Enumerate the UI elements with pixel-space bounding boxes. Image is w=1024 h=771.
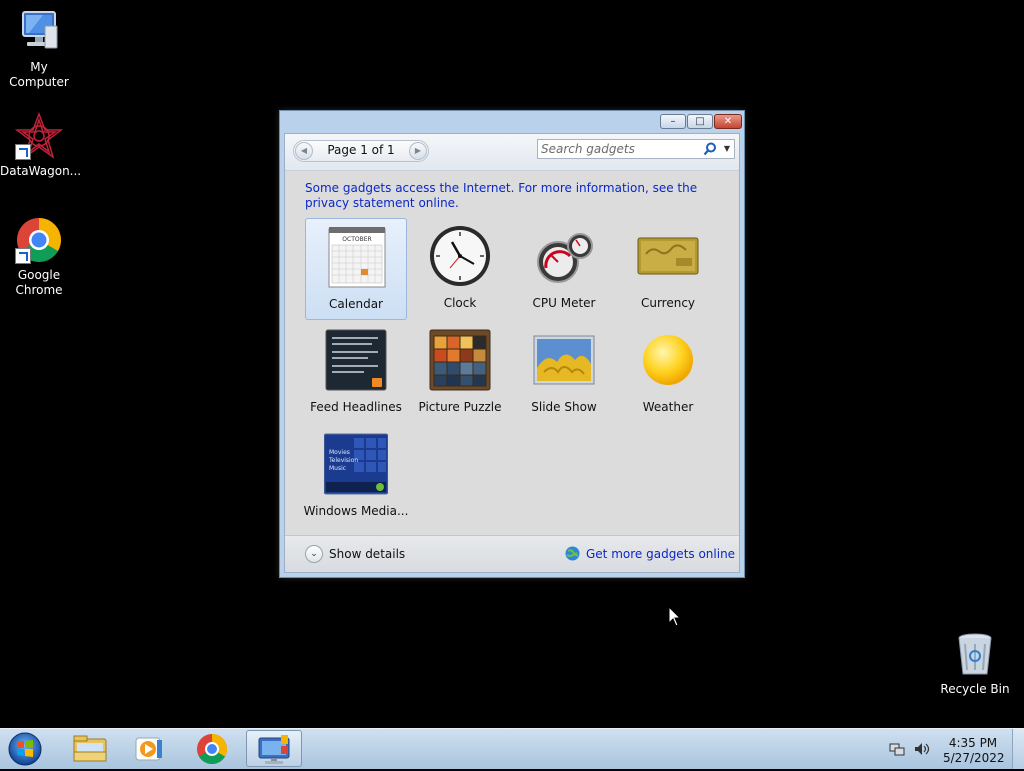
search-dropdown-icon[interactable]: ▼ (720, 141, 734, 157)
calendar-icon: OCTOBER (325, 225, 389, 289)
close-icon: ✕ (723, 116, 733, 127)
desktop-icon-google-chrome[interactable]: Google Chrome (0, 216, 78, 298)
gallery-toolbar: ◀ Page 1 of 1 ▶ ▼ (285, 134, 739, 171)
start-button[interactable] (6, 731, 44, 767)
folder-icon (73, 735, 107, 762)
clock-time: 4:35 PM (948, 736, 998, 750)
gadget-tile-calendar[interactable]: OCTOBER Calendar (305, 218, 407, 320)
maximize-button[interactable]: □ (687, 114, 713, 129)
chevron-down-icon: ⌄ (305, 545, 323, 563)
window-caption: – □ ✕ (280, 111, 744, 133)
taskbar-chrome[interactable] (184, 730, 240, 767)
globe-icon (565, 546, 580, 561)
search-box: ▼ (537, 139, 735, 159)
gadget-label: Windows Media... (303, 504, 409, 518)
notification-area: 4:35 PM 5/27/2022 (885, 733, 1015, 765)
desktop-icon-label: DataWagon... (0, 164, 82, 178)
search-icon[interactable] (703, 142, 717, 156)
search-input[interactable] (541, 141, 691, 157)
picture-puzzle-icon (428, 328, 492, 392)
datawagon-icon (14, 111, 64, 160)
computer-icon (15, 8, 63, 56)
gadget-tile-slide-show[interactable]: Slide Show (513, 322, 615, 424)
chrome-icon (15, 216, 63, 264)
taskbar-media-player[interactable] (122, 730, 178, 767)
mouse-cursor-icon (668, 605, 682, 628)
taskbar: 4:35 PM 5/27/2022 (0, 728, 1024, 769)
media-menu-item: Movies (329, 449, 350, 456)
gadget-label: Currency (640, 296, 696, 310)
calendar-month-label: OCTOBER (342, 236, 371, 243)
cpu-meter-icon (532, 224, 596, 288)
gadget-tile-clock[interactable]: Clock (409, 218, 511, 320)
chevron-right-icon: ▶ (414, 146, 422, 155)
taskbar-gadgets[interactable] (246, 730, 302, 767)
clock-icon (428, 224, 492, 288)
next-page-button[interactable]: ▶ (409, 142, 427, 160)
show-desktop-button[interactable] (1012, 729, 1024, 769)
system-clock[interactable]: 4:35 PM 5/27/2022 (943, 736, 1005, 766)
privacy-info-link[interactable]: Some gadgets access the Internet. For mo… (305, 181, 715, 211)
desktop-icon-label: Recycle Bin (940, 682, 1010, 696)
minimize-button[interactable]: – (660, 114, 686, 129)
windows-media-icon: Movies Television Music (323, 432, 389, 496)
desktop-icon-label: My Computer (9, 60, 69, 89)
chevron-left-icon: ◀ (300, 146, 308, 155)
previous-page-button[interactable]: ◀ (295, 142, 313, 160)
media-menu-item: Television (328, 457, 358, 464)
media-player-icon (135, 737, 162, 761)
gallery-footer: ⌄ Show details Get more gadgets online (285, 535, 739, 572)
recycle-bin-icon (951, 630, 999, 678)
network-icon[interactable] (889, 741, 905, 757)
gadgets-icon (258, 735, 290, 764)
gadget-tile-feed-headlines[interactable]: Feed Headlines (305, 322, 407, 424)
gadget-tile-cpu-meter[interactable]: CPU Meter (513, 218, 615, 320)
slide-show-icon (532, 328, 596, 392)
chrome-icon (197, 734, 228, 765)
gadget-tile-windows-media[interactable]: Movies Television Music Windows Media... (304, 426, 408, 528)
shortcut-arrow-icon (15, 248, 31, 264)
gadget-tile-weather[interactable]: Weather (617, 322, 719, 424)
close-button[interactable]: ✕ (714, 114, 742, 129)
clock-date: 5/27/2022 (943, 751, 1005, 765)
maximize-icon: □ (695, 116, 705, 127)
media-menu-item: Music (329, 465, 346, 472)
page-indicator: Page 1 of 1 (327, 143, 395, 157)
shortcut-arrow-icon (15, 144, 31, 160)
desktop-icon-my-computer[interactable]: My Computer (0, 8, 78, 90)
minimize-icon: – (670, 116, 676, 127)
page-navigator: ◀ Page 1 of 1 ▶ (293, 140, 429, 162)
currency-icon (636, 224, 700, 288)
weather-sun-icon (636, 328, 700, 392)
taskbar-file-explorer[interactable] (62, 730, 118, 767)
get-more-gadgets-label: Get more gadgets online (586, 547, 736, 561)
desktop-icon-label: Google Chrome (15, 268, 63, 297)
feed-headlines-icon (324, 328, 388, 392)
desktop-icon-datawagon[interactable]: DataWagon... (0, 111, 82, 179)
gadget-gallery-window: – □ ✕ ◀ Page 1 of 1 ▶ ▼ Some gadgets acc… (279, 110, 745, 578)
gadget-gallery-body: ◀ Page 1 of 1 ▶ ▼ Some gadgets access th… (284, 133, 740, 573)
desktop-icon-recycle-bin[interactable]: Recycle Bin (936, 630, 1014, 697)
gadget-tile-currency[interactable]: Currency (617, 218, 719, 320)
gadget-label: Calendar (329, 297, 383, 311)
volume-icon[interactable] (913, 741, 931, 757)
gadget-tile-picture-puzzle[interactable]: Picture Puzzle (409, 322, 511, 424)
show-details-label: Show details (329, 547, 406, 561)
gadget-label: Weather (642, 400, 694, 414)
